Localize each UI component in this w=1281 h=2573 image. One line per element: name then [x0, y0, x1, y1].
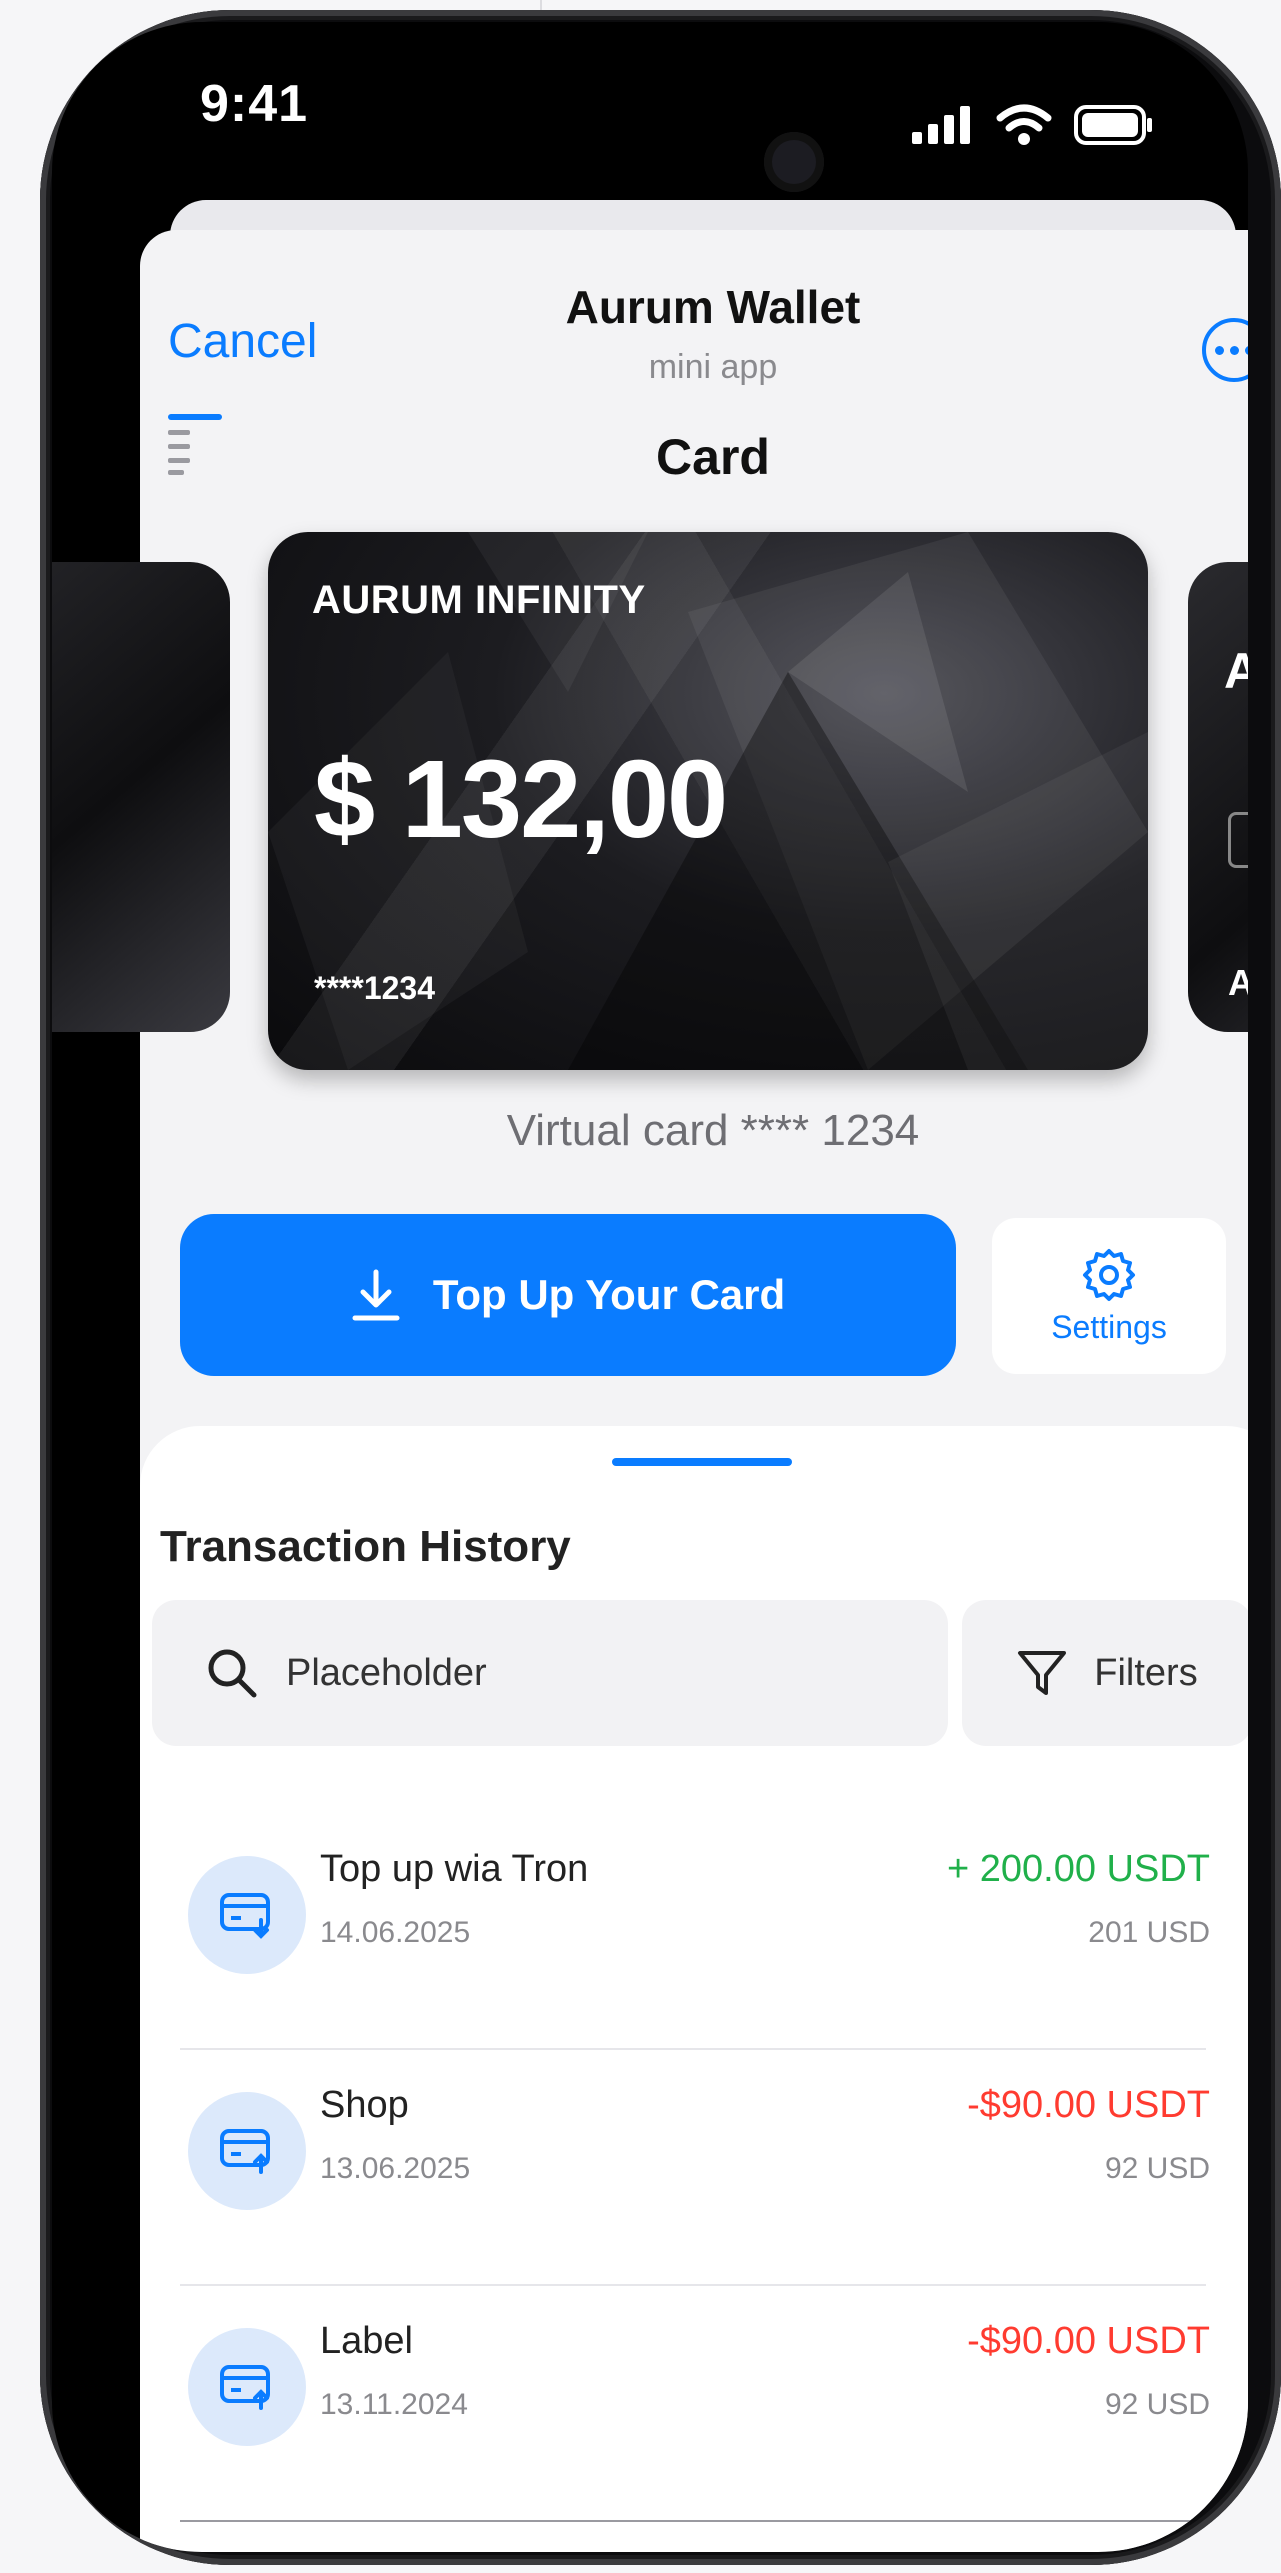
- gear-icon: [1083, 1248, 1135, 1301]
- filters-button[interactable]: Filters: [962, 1600, 1248, 1746]
- dot-icon: [1214, 345, 1224, 355]
- next-card-brand: AU: [1228, 962, 1248, 1003]
- status-time: 9:41: [200, 75, 309, 133]
- wifi-icon: [996, 104, 1052, 145]
- transaction-name: Top up wia Tron: [320, 1848, 589, 1890]
- transaction-row[interactable]: Top up wia Tron 14.06.2025 + 200.00 USDT…: [184, 1812, 1210, 2048]
- active-card[interactable]: AURUM INFINITY $ 132,00 ****1234: [268, 532, 1148, 1070]
- card-outgoing-icon: [188, 2092, 306, 2210]
- transaction-name: Label: [320, 2320, 413, 2362]
- transaction-date: 13.06.2025: [320, 2152, 471, 2185]
- transaction-date: 13.11.2024: [320, 2388, 468, 2421]
- virtual-card-label: Virtual card **** 1234: [506, 1106, 920, 1155]
- next-card[interactable]: A AU: [1188, 562, 1248, 1032]
- search-icon: [208, 1649, 257, 1698]
- previous-card[interactable]: [52, 562, 230, 1032]
- dot-icon: [1229, 345, 1239, 355]
- filters-label: Filters: [1094, 1651, 1198, 1694]
- status-icons: [912, 104, 1154, 146]
- transaction-name: Shop: [320, 2084, 409, 2126]
- phone-screen: 9:41 Cancel Aurum Wallet mini app Card A…: [52, 22, 1248, 2552]
- transaction-history-title: Transaction History: [160, 1522, 571, 1571]
- settings-button[interactable]: Settings: [992, 1218, 1226, 1374]
- filter-icon: [1018, 1651, 1067, 1695]
- card-balance: $ 132,00: [314, 738, 728, 861]
- transaction-usd-amount: 92 USD: [1104, 2152, 1210, 2185]
- dot-icon: [1244, 345, 1248, 355]
- transaction-date: 14.06.2025: [320, 1916, 471, 1949]
- transaction-amount: -$90.00 USDT: [967, 2320, 1210, 2362]
- search-placeholder: Placeholder: [286, 1651, 487, 1694]
- drag-handle[interactable]: [612, 1458, 792, 1466]
- mini-app-container: Cancel Aurum Wallet mini app Card A AU: [52, 230, 1248, 2552]
- page-title: Card: [656, 429, 770, 485]
- app-subtitle: mini app: [648, 348, 778, 386]
- top-up-button[interactable]: Top Up Your Card: [180, 1214, 956, 1376]
- transaction-amount: + 200.00 USDT: [947, 1848, 1210, 1890]
- transaction-row[interactable]: Shop 13.06.2025 -$90.00 USDT 92 USD: [184, 2048, 1210, 2284]
- card-brand: AURUM INFINITY: [312, 578, 646, 622]
- front-camera: [764, 132, 824, 192]
- top-up-label: Top Up Your Card: [432, 1271, 786, 1318]
- transaction-row[interactable]: Label 13.11.2024 -$90.00 USDT 92 USD: [184, 2284, 1210, 2520]
- transaction-usd-amount: 92 USD: [1104, 2388, 1210, 2421]
- download-icon: [352, 1269, 400, 1321]
- divider: [180, 2520, 1206, 2522]
- cellular-signal-icon: [912, 106, 970, 144]
- card-logo: A: [1224, 643, 1248, 699]
- battery-icon: [1074, 105, 1152, 145]
- card-outgoing-icon: [188, 2328, 306, 2446]
- search-input[interactable]: Placeholder: [152, 1600, 948, 1746]
- transaction-panel: Transaction History Placeholder Filters: [140, 1426, 1248, 2552]
- card-masked-number: ****1234: [314, 970, 435, 1006]
- transaction-amount: -$90.00 USDT: [967, 2084, 1210, 2126]
- card-chip-icon: [1228, 812, 1248, 868]
- card-incoming-icon: [188, 1856, 306, 1974]
- transaction-usd-amount: 201 USD: [1088, 1916, 1210, 1949]
- app-name: Aurum Wallet: [565, 281, 861, 333]
- settings-label: Settings: [1051, 1308, 1167, 1345]
